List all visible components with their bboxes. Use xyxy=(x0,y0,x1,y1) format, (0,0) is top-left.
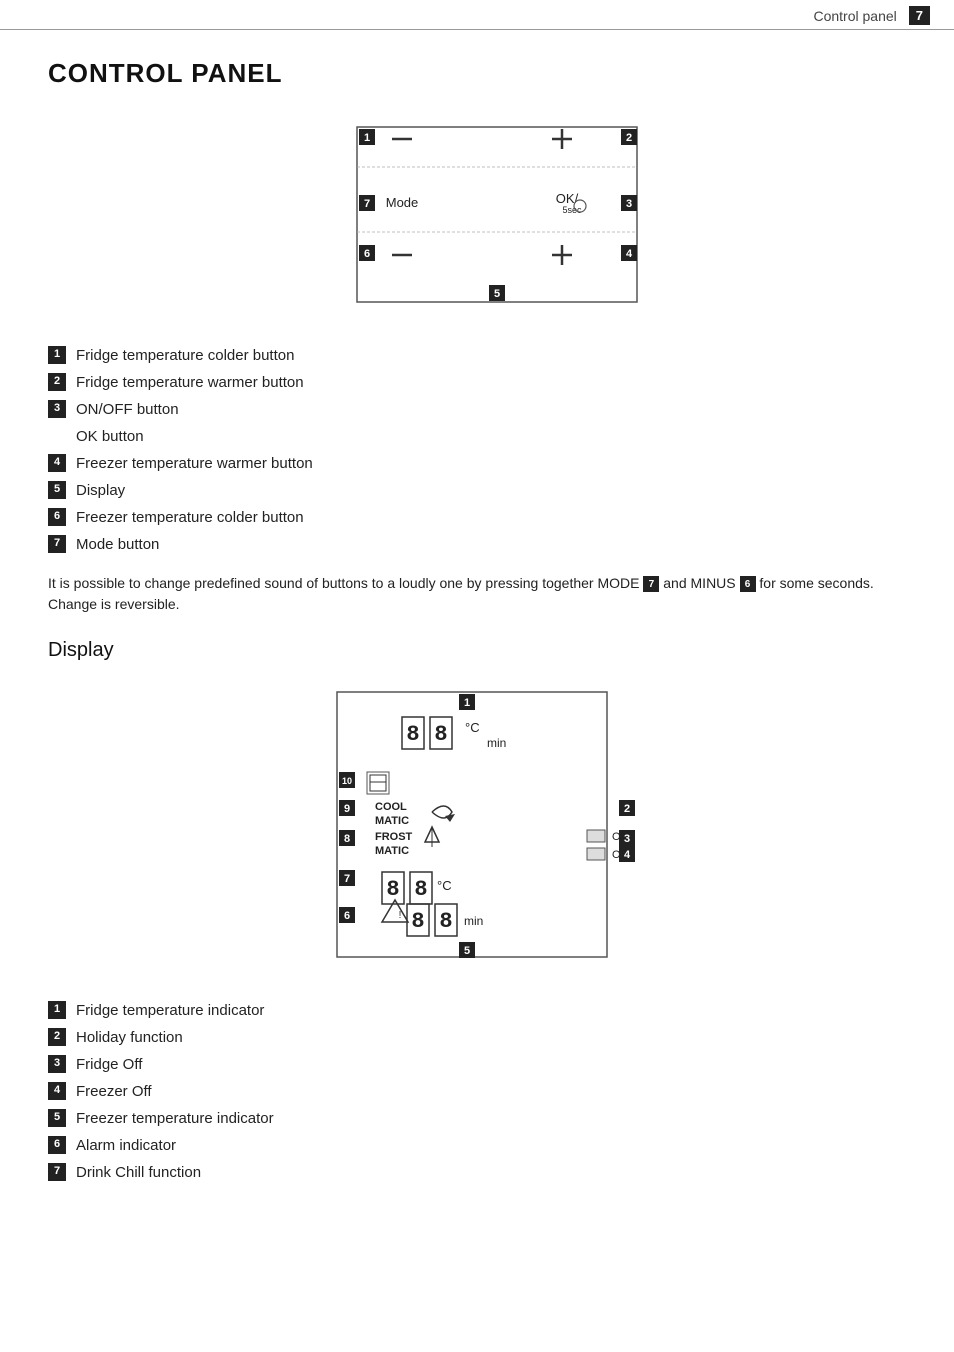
list-item: 4 Freezer temperature warmer button xyxy=(48,453,906,474)
page-title: CONTROL PANEL xyxy=(48,58,906,89)
note-badge-7: 7 xyxy=(643,576,659,592)
item-label-3: ON/OFF button xyxy=(76,399,179,420)
list-item: 7 Mode button xyxy=(48,534,906,555)
display-badge-3: 3 xyxy=(48,1055,66,1073)
list-item: 1 Fridge temperature colder button xyxy=(48,345,906,366)
svg-text:5: 5 xyxy=(464,945,470,957)
svg-text:7: 7 xyxy=(364,198,370,210)
note-part1: It is possible to change predefined soun… xyxy=(48,575,639,591)
list-item: 6 Alarm indicator xyxy=(48,1135,906,1156)
list-item-indent: OK button xyxy=(48,426,906,447)
item-badge-4: 4 xyxy=(48,454,66,472)
list-item: 2 Holiday function xyxy=(48,1027,906,1048)
item-label-4: Freezer temperature warmer button xyxy=(76,453,313,474)
display-badge-6: 6 xyxy=(48,1136,66,1154)
display-label-7: Drink Chill function xyxy=(76,1162,201,1183)
svg-text:MATIC: MATIC xyxy=(375,845,409,857)
note-mid: and MINUS xyxy=(663,575,735,591)
item-badge-3: 3 xyxy=(48,400,66,418)
display-badge-7: 7 xyxy=(48,1163,66,1181)
svg-text:9: 9 xyxy=(344,803,350,815)
item-badge-7: 7 xyxy=(48,535,66,553)
svg-text:MATIC: MATIC xyxy=(375,815,409,827)
display-svg: 1 8 8 °C 10 9 COOL MATIC xyxy=(287,682,667,972)
page-header: Control panel 7 xyxy=(0,0,954,30)
item-label-2: Fridge temperature warmer button xyxy=(76,372,304,393)
svg-text:8: 8 xyxy=(386,877,399,902)
svg-text:8: 8 xyxy=(406,722,419,747)
item-label-7: Mode button xyxy=(76,534,159,555)
svg-text:°C: °C xyxy=(437,878,452,893)
svg-text:!: ! xyxy=(399,910,402,921)
svg-text:2: 2 xyxy=(624,803,630,815)
display-label-3: Fridge Off xyxy=(76,1054,142,1075)
svg-text:FROST: FROST xyxy=(375,831,413,843)
item-label-6: Freezer temperature colder button xyxy=(76,507,304,528)
item-badge-1: 1 xyxy=(48,346,66,364)
display-item-list: 1 Fridge temperature indicator 2 Holiday… xyxy=(48,1000,906,1183)
svg-text:3: 3 xyxy=(626,198,632,210)
display-section-title: Display xyxy=(48,639,906,662)
svg-text:5: 5 xyxy=(494,288,500,300)
svg-text:1: 1 xyxy=(464,697,470,709)
svg-text:5sec: 5sec xyxy=(562,205,582,215)
svg-text:4: 4 xyxy=(626,248,633,260)
header-label: Control panel xyxy=(813,8,896,24)
svg-text:8: 8 xyxy=(439,909,452,934)
control-panel-item-list: 1 Fridge temperature colder button 2 Fri… xyxy=(48,345,906,555)
svg-text:min: min xyxy=(487,736,506,750)
svg-text:10: 10 xyxy=(342,776,352,786)
display-badge-2: 2 xyxy=(48,1028,66,1046)
display-badge-4: 4 xyxy=(48,1082,66,1100)
list-item: 1 Fridge temperature indicator xyxy=(48,1000,906,1021)
svg-text:7: 7 xyxy=(344,873,350,885)
display-label-4: Freezer Off xyxy=(76,1081,152,1102)
note-text: It is possible to change predefined soun… xyxy=(48,573,906,615)
header-page: 7 xyxy=(909,6,930,25)
svg-text:8: 8 xyxy=(414,877,427,902)
item-badge-6: 6 xyxy=(48,508,66,526)
display-label-5: Freezer temperature indicator xyxy=(76,1108,274,1129)
svg-text:OK/: OK/ xyxy=(556,191,579,206)
svg-text:6: 6 xyxy=(344,910,350,922)
svg-text:Mode: Mode xyxy=(386,195,419,210)
item-badge-5: 5 xyxy=(48,481,66,499)
svg-text:COOL: COOL xyxy=(375,801,407,813)
display-badge-5: 5 xyxy=(48,1109,66,1127)
list-item: 2 Fridge temperature warmer button xyxy=(48,372,906,393)
display-label-2: Holiday function xyxy=(76,1027,183,1048)
display-label-6: Alarm indicator xyxy=(76,1135,176,1156)
svg-text:2: 2 xyxy=(626,132,632,144)
svg-text:1: 1 xyxy=(364,132,370,144)
list-item: 6 Freezer temperature colder button xyxy=(48,507,906,528)
display-diagram-container: 1 8 8 °C 10 9 COOL MATIC xyxy=(48,682,906,972)
list-item: 3 ON/OFF button xyxy=(48,399,906,420)
svg-text:min: min xyxy=(464,914,483,928)
item-label-5: Display xyxy=(76,480,125,501)
note-badge-6: 6 xyxy=(740,576,756,592)
main-content: CONTROL PANEL 1 2 7 Mode OK/ 5sec xyxy=(0,30,954,1229)
svg-text:3: 3 xyxy=(624,833,630,845)
svg-text:8: 8 xyxy=(411,909,424,934)
control-panel-diagram-container: 1 2 7 Mode OK/ 5sec 3 6 xyxy=(48,117,906,317)
list-item: 7 Drink Chill function xyxy=(48,1162,906,1183)
list-item: 4 Freezer Off xyxy=(48,1081,906,1102)
svg-text:8: 8 xyxy=(344,833,350,845)
list-item: 5 Display xyxy=(48,480,906,501)
svg-text:4: 4 xyxy=(624,849,631,861)
svg-text:6: 6 xyxy=(364,248,370,260)
control-panel-svg: 1 2 7 Mode OK/ 5sec 3 6 xyxy=(297,117,657,317)
list-item: 3 Fridge Off xyxy=(48,1054,906,1075)
list-item: 5 Freezer temperature indicator xyxy=(48,1108,906,1129)
item-label-ok: OK button xyxy=(76,426,144,447)
display-badge-1: 1 xyxy=(48,1001,66,1019)
svg-text:8: 8 xyxy=(434,722,447,747)
item-label-1: Fridge temperature colder button xyxy=(76,345,294,366)
item-badge-2: 2 xyxy=(48,373,66,391)
display-label-1: Fridge temperature indicator xyxy=(76,1000,264,1021)
svg-text:°C: °C xyxy=(465,720,480,735)
